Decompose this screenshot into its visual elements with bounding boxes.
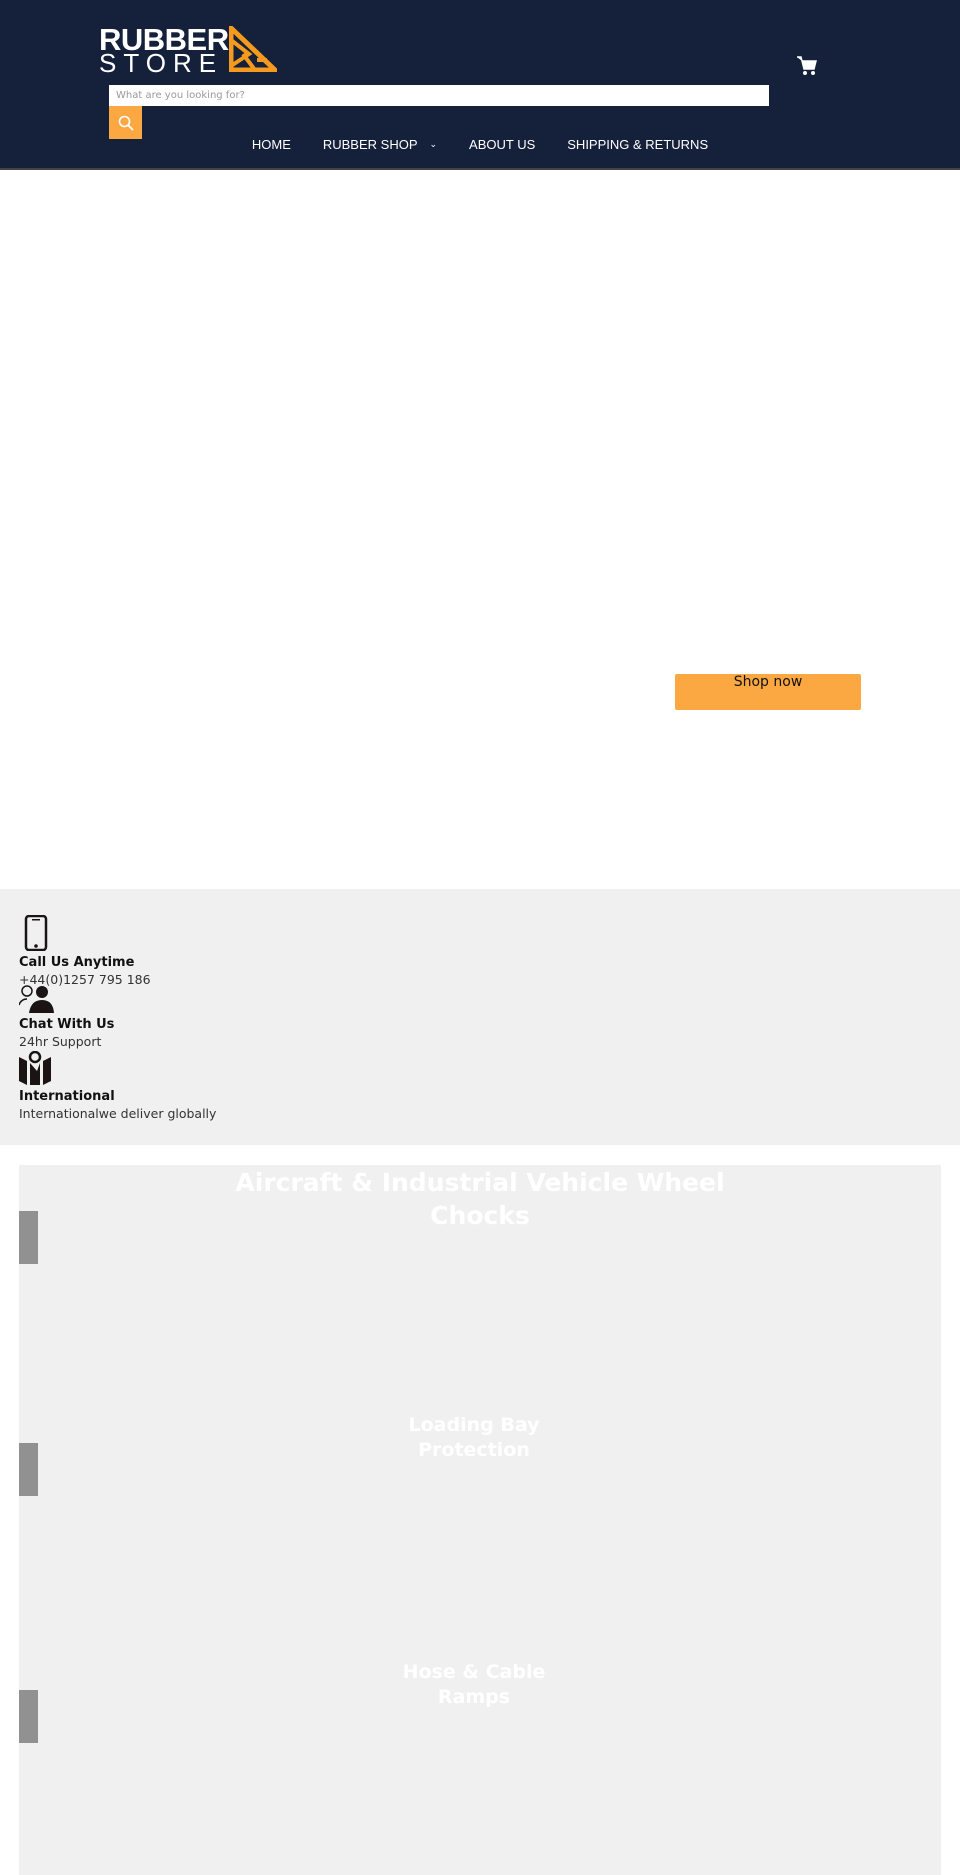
info-title: Call Us Anytime [19,955,135,970]
category-thumbnail[interactable] [19,1211,38,1264]
cart-button[interactable] [796,55,818,81]
shop-now-button[interactable]: Shop now [675,674,861,710]
search-input[interactable]: What are you looking for? [109,85,769,106]
category-section: Aircraft & Industrial Vehicle Wheel Choc… [19,1165,941,1875]
category-title[interactable]: Aircraft & Industrial Vehicle Wheel Choc… [19,1166,941,1232]
category-thumbnail[interactable] [19,1443,38,1496]
info-international: International Internationalwe deliver gl… [19,1050,217,1121]
info-chat: Chat With Us 24hr Support [18,985,115,1049]
search-button[interactable] [109,106,142,139]
phone-icon [24,914,48,952]
category-thumbnail[interactable] [19,1690,38,1743]
logo-line2: STORE [99,48,224,78]
nav-shipping-returns[interactable]: SHIPPING & RETURNS [551,137,724,152]
hero-banner [0,170,960,889]
nav-label: SHIPPING & RETURNS [567,137,709,152]
info-text: 24hr Support [19,1034,102,1049]
nav-label: ABOUT US [469,137,536,152]
logo-triangle-icon [229,26,277,72]
category-title-line: Aircraft & Industrial Vehicle Wheel [235,1168,725,1197]
logo[interactable]: RUBBER STORE [99,22,279,78]
nav-label: RUBBER SHOP [322,137,418,152]
site-header: RUBBER STORE What are you looking for? H… [0,0,960,170]
chevron-down-icon[interactable]: ⌄ [430,139,438,150]
nav-label: HOME [251,137,291,152]
search-icon [118,115,134,131]
info-title: International [19,1089,115,1104]
nav-home[interactable]: HOME [236,137,307,152]
nav-rubber-shop[interactable]: RUBBER SHOP ⌄ [307,137,453,152]
info-text: Internationalwe deliver globally [19,1106,217,1121]
info-call: Call Us Anytime +44(0)1257 795 186 [19,914,151,987]
category-title-line: Protection [418,1439,530,1461]
category-title[interactable]: Hose & Cable Ramps [13,1660,935,1710]
cart-icon [797,56,817,75]
category-title-line: Ramps [437,1686,511,1708]
category-title-line: Hose & Cable [402,1661,546,1683]
info-title: Chat With Us [19,1017,115,1032]
main-nav: HOME RUBBER SHOP ⌄ ABOUT US SHIPPING & RE… [0,137,960,152]
nav-about-us[interactable]: ABOUT US [453,137,551,152]
category-title[interactable]: Loading Bay Protection [13,1413,935,1463]
info-section: Call Us Anytime +44(0)1257 795 186 Chat … [0,889,960,1145]
category-title-line: Loading Bay [408,1414,540,1436]
category-title-line: Chocks [430,1201,530,1230]
map-icon [19,1050,51,1085]
users-icon [18,985,54,1013]
